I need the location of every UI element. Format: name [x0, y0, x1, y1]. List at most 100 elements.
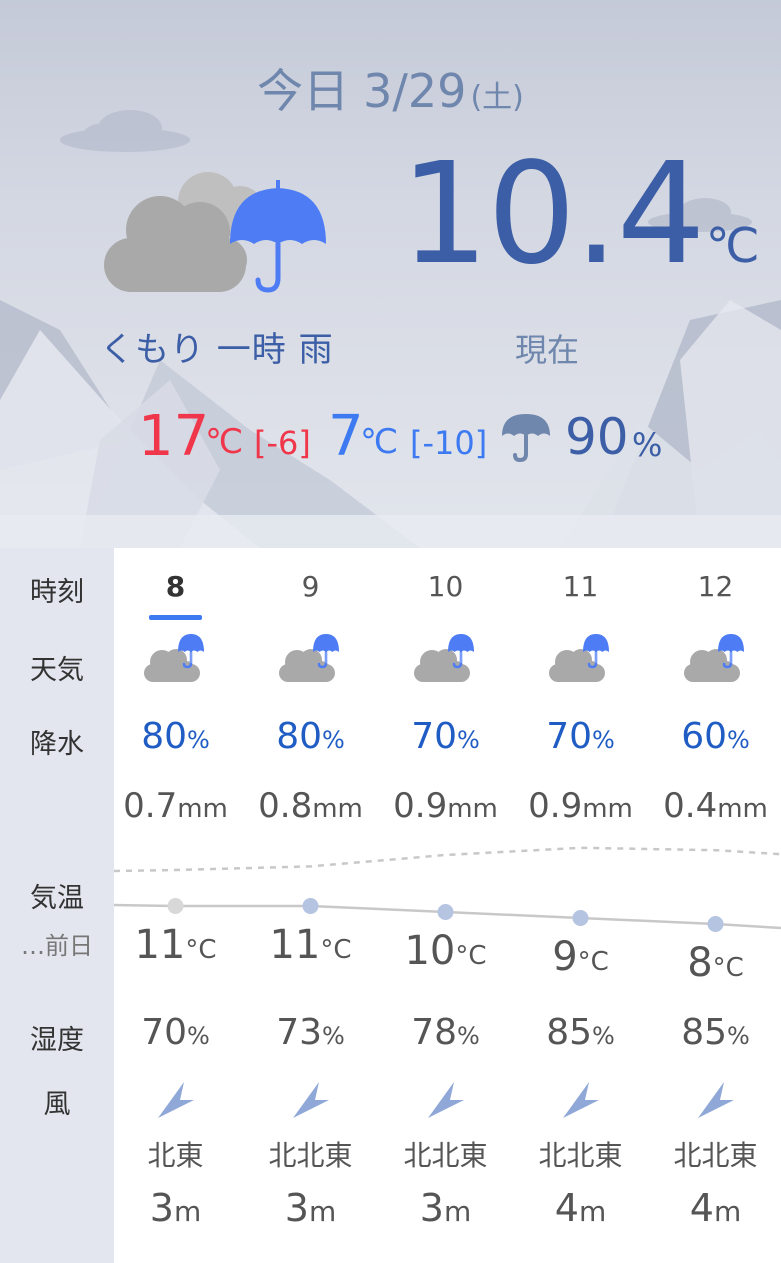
- wind-direction-arrow-icon: [424, 1078, 468, 1122]
- wind-direction-arrow-icon: [154, 1078, 198, 1122]
- wind-speed-value: 3: [149, 1186, 174, 1230]
- date-heading: 今日 3/29 (土): [0, 55, 781, 121]
- hour-label: 8: [165, 570, 186, 603]
- now-label: 現在: [515, 331, 580, 369]
- precip-chance: 70%: [513, 716, 648, 757]
- label-temp: 気温: [30, 883, 84, 914]
- high-temp-unit: ℃: [205, 422, 244, 462]
- temp-point: [167, 898, 184, 914]
- wind-speed-unit: m: [578, 1195, 607, 1228]
- wind-direction: 北北東: [538, 1139, 623, 1172]
- precip-chance-unit: %: [187, 726, 210, 754]
- humidity-unit: %: [322, 1022, 345, 1050]
- wind-speed-value: 4: [689, 1186, 714, 1230]
- hour-label: 11: [562, 570, 599, 603]
- precip-chance: 80%: [108, 716, 243, 757]
- wind-speed: 3m: [378, 1186, 513, 1230]
- precip-chance: 80%: [243, 716, 378, 757]
- day-of-week: (土): [470, 80, 524, 115]
- humidity-value: 78: [411, 1012, 457, 1053]
- temp-point: [707, 916, 724, 932]
- wind-speed: 4m: [648, 1186, 781, 1230]
- humidity-unit: %: [592, 1022, 615, 1050]
- humidity-value: 85: [681, 1012, 727, 1053]
- umbrella-icon: [502, 414, 550, 462]
- wind-speed: 3m: [108, 1186, 243, 1230]
- wind-direction: 北北東: [673, 1139, 758, 1172]
- current-hour-indicator: [149, 615, 202, 620]
- wind-direction: 北北東: [268, 1139, 353, 1172]
- current-temp-unit: ℃: [705, 218, 760, 274]
- temperature-chart: [114, 846, 781, 932]
- label-wind: 風: [43, 1089, 71, 1120]
- humidity: 78%: [378, 1012, 513, 1053]
- high-temp-diff: [-6]: [254, 424, 311, 462]
- wind-direction-arrow-icon: [559, 1078, 603, 1122]
- humidity: 85%: [648, 1012, 781, 1053]
- hour-label: 12: [697, 570, 734, 603]
- low-temp: 7: [328, 404, 364, 469]
- humidity: 73%: [243, 1012, 378, 1053]
- cloudy-with-rain-icon: [104, 172, 326, 293]
- wind-direction-arrow-icon: [694, 1078, 738, 1122]
- date-text: 3/29: [363, 64, 467, 118]
- precip-chance-unit: %: [592, 726, 615, 754]
- humidity-unit: %: [457, 1022, 480, 1050]
- high-low-row: 17 ℃ [-6] 7 ℃ [-10] 90 %: [0, 400, 781, 470]
- wind-speed-value: 3: [419, 1186, 444, 1230]
- precip-chance: 70%: [378, 716, 513, 757]
- label-humidity: 湿度: [30, 1025, 84, 1056]
- temp-point: [572, 910, 589, 926]
- precip-chance-value: 60: [681, 716, 727, 757]
- wind-direction-arrow-icon: [289, 1078, 333, 1122]
- current-temp-value: 10.4: [400, 133, 706, 296]
- row-labels: 時刻 天気 降水 気温 …前日 湿度 風: [0, 548, 114, 1263]
- cloudy-rain-icon: [277, 630, 341, 686]
- wind-direction: 北北東: [403, 1139, 488, 1172]
- high-temp: 17: [138, 404, 210, 469]
- humidity-value: 85: [546, 1012, 592, 1053]
- precip-chance-unit: %: [457, 726, 480, 754]
- rain-chance: 90: [565, 408, 629, 466]
- label-weather: 天気: [30, 655, 84, 686]
- precip-chance-unit: %: [322, 726, 345, 754]
- wind-speed: 4m: [513, 1186, 648, 1230]
- humidity-unit: %: [187, 1022, 210, 1050]
- humidity-value: 70: [141, 1012, 187, 1053]
- wind-speed-unit: m: [713, 1195, 742, 1228]
- label-time: 時刻: [30, 577, 84, 608]
- temp-point: [437, 904, 454, 920]
- low-temp-unit: ℃: [360, 422, 399, 462]
- current-temperature: 10.4℃: [400, 140, 760, 290]
- today-label: 今日: [257, 64, 350, 118]
- previous-day-temp-line: [114, 846, 781, 873]
- cloudy-rain-icon: [412, 630, 476, 686]
- hour-label: 9: [301, 570, 320, 603]
- wind-speed-unit: m: [308, 1195, 337, 1228]
- wind-speed-unit: m: [443, 1195, 472, 1228]
- hour-label: 10: [427, 570, 464, 603]
- cloudy-rain-icon: [142, 630, 206, 686]
- cloudy-rain-icon: [547, 630, 611, 686]
- weather-condition: くもり 一時 雨: [100, 330, 334, 370]
- humidity: 70%: [108, 1012, 243, 1053]
- precip-chance-value: 80: [141, 716, 187, 757]
- low-temp-diff: [-10]: [410, 424, 488, 462]
- wind-speed-value: 3: [284, 1186, 309, 1230]
- precip-chance: 60%: [648, 716, 781, 757]
- wind-speed-unit: m: [173, 1195, 202, 1228]
- precip-chance-value: 70: [411, 716, 457, 757]
- rain-chance-unit: %: [632, 426, 663, 464]
- humidity-value: 73: [276, 1012, 322, 1053]
- label-prev-day: …前日: [21, 932, 93, 960]
- label-precip: 降水: [30, 729, 84, 760]
- wind-direction: 北東: [147, 1139, 204, 1172]
- wind-speed: 3m: [243, 1186, 378, 1230]
- today-summary: 今日 3/29 (土) くもり 一時 雨 10.4℃ 現在 17 ℃ [-6] 7 …: [0, 0, 781, 548]
- humidity: 85%: [513, 1012, 648, 1053]
- humidity-unit: %: [727, 1022, 750, 1050]
- precip-chance-value: 80: [276, 716, 322, 757]
- cloudy-rain-icon: [682, 630, 746, 686]
- temp-point: [302, 898, 319, 914]
- precip-chance-value: 70: [546, 716, 592, 757]
